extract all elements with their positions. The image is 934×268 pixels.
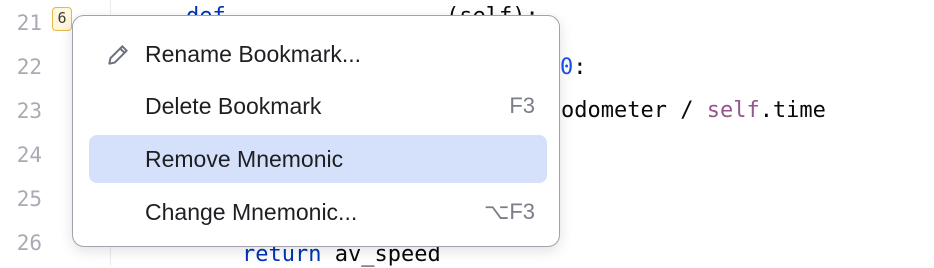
line-number: 21 — [16, 11, 42, 35]
code-line-22: 0: — [560, 55, 587, 81]
line-number: 25 — [16, 187, 42, 211]
menu-item-shortcut: F3 — [509, 93, 535, 118]
menu-item-label: Delete Bookmark — [145, 93, 322, 119]
remove-mnemonic-item[interactable]: Remove Mnemonic — [89, 135, 547, 183]
line-number: 22 — [16, 55, 42, 79]
delete-bookmark-item[interactable]: Delete Bookmark F3 — [89, 82, 547, 130]
change-mnemonic-item[interactable]: Change Mnemonic... ⌥F3 — [89, 188, 547, 236]
code-text: odometer / — [561, 98, 707, 123]
code-self: self — [706, 98, 760, 123]
line-number: 24 — [16, 143, 42, 167]
menu-item-shortcut: ⌥F3 — [483, 199, 535, 224]
line-number: 26 — [16, 231, 42, 255]
bookmark-badge[interactable]: 6 — [52, 7, 72, 31]
rename-bookmark-item[interactable]: Rename Bookmark... — [89, 30, 547, 78]
menu-item-label: Remove Mnemonic — [145, 146, 344, 172]
code-number: 0 — [560, 55, 574, 80]
menu-item-label: Change Mnemonic... — [145, 199, 358, 225]
bookmark-context-menu: Rename Bookmark... Delete Bookmark F3 Re… — [72, 15, 560, 247]
pencil-icon — [108, 45, 128, 65]
line-number: 23 — [16, 99, 42, 123]
code-text: .time — [759, 98, 826, 123]
code-text: : — [573, 55, 587, 80]
code-line-23: odometer / self.time — [561, 98, 826, 124]
menu-item-label: Rename Bookmark... — [145, 41, 362, 67]
